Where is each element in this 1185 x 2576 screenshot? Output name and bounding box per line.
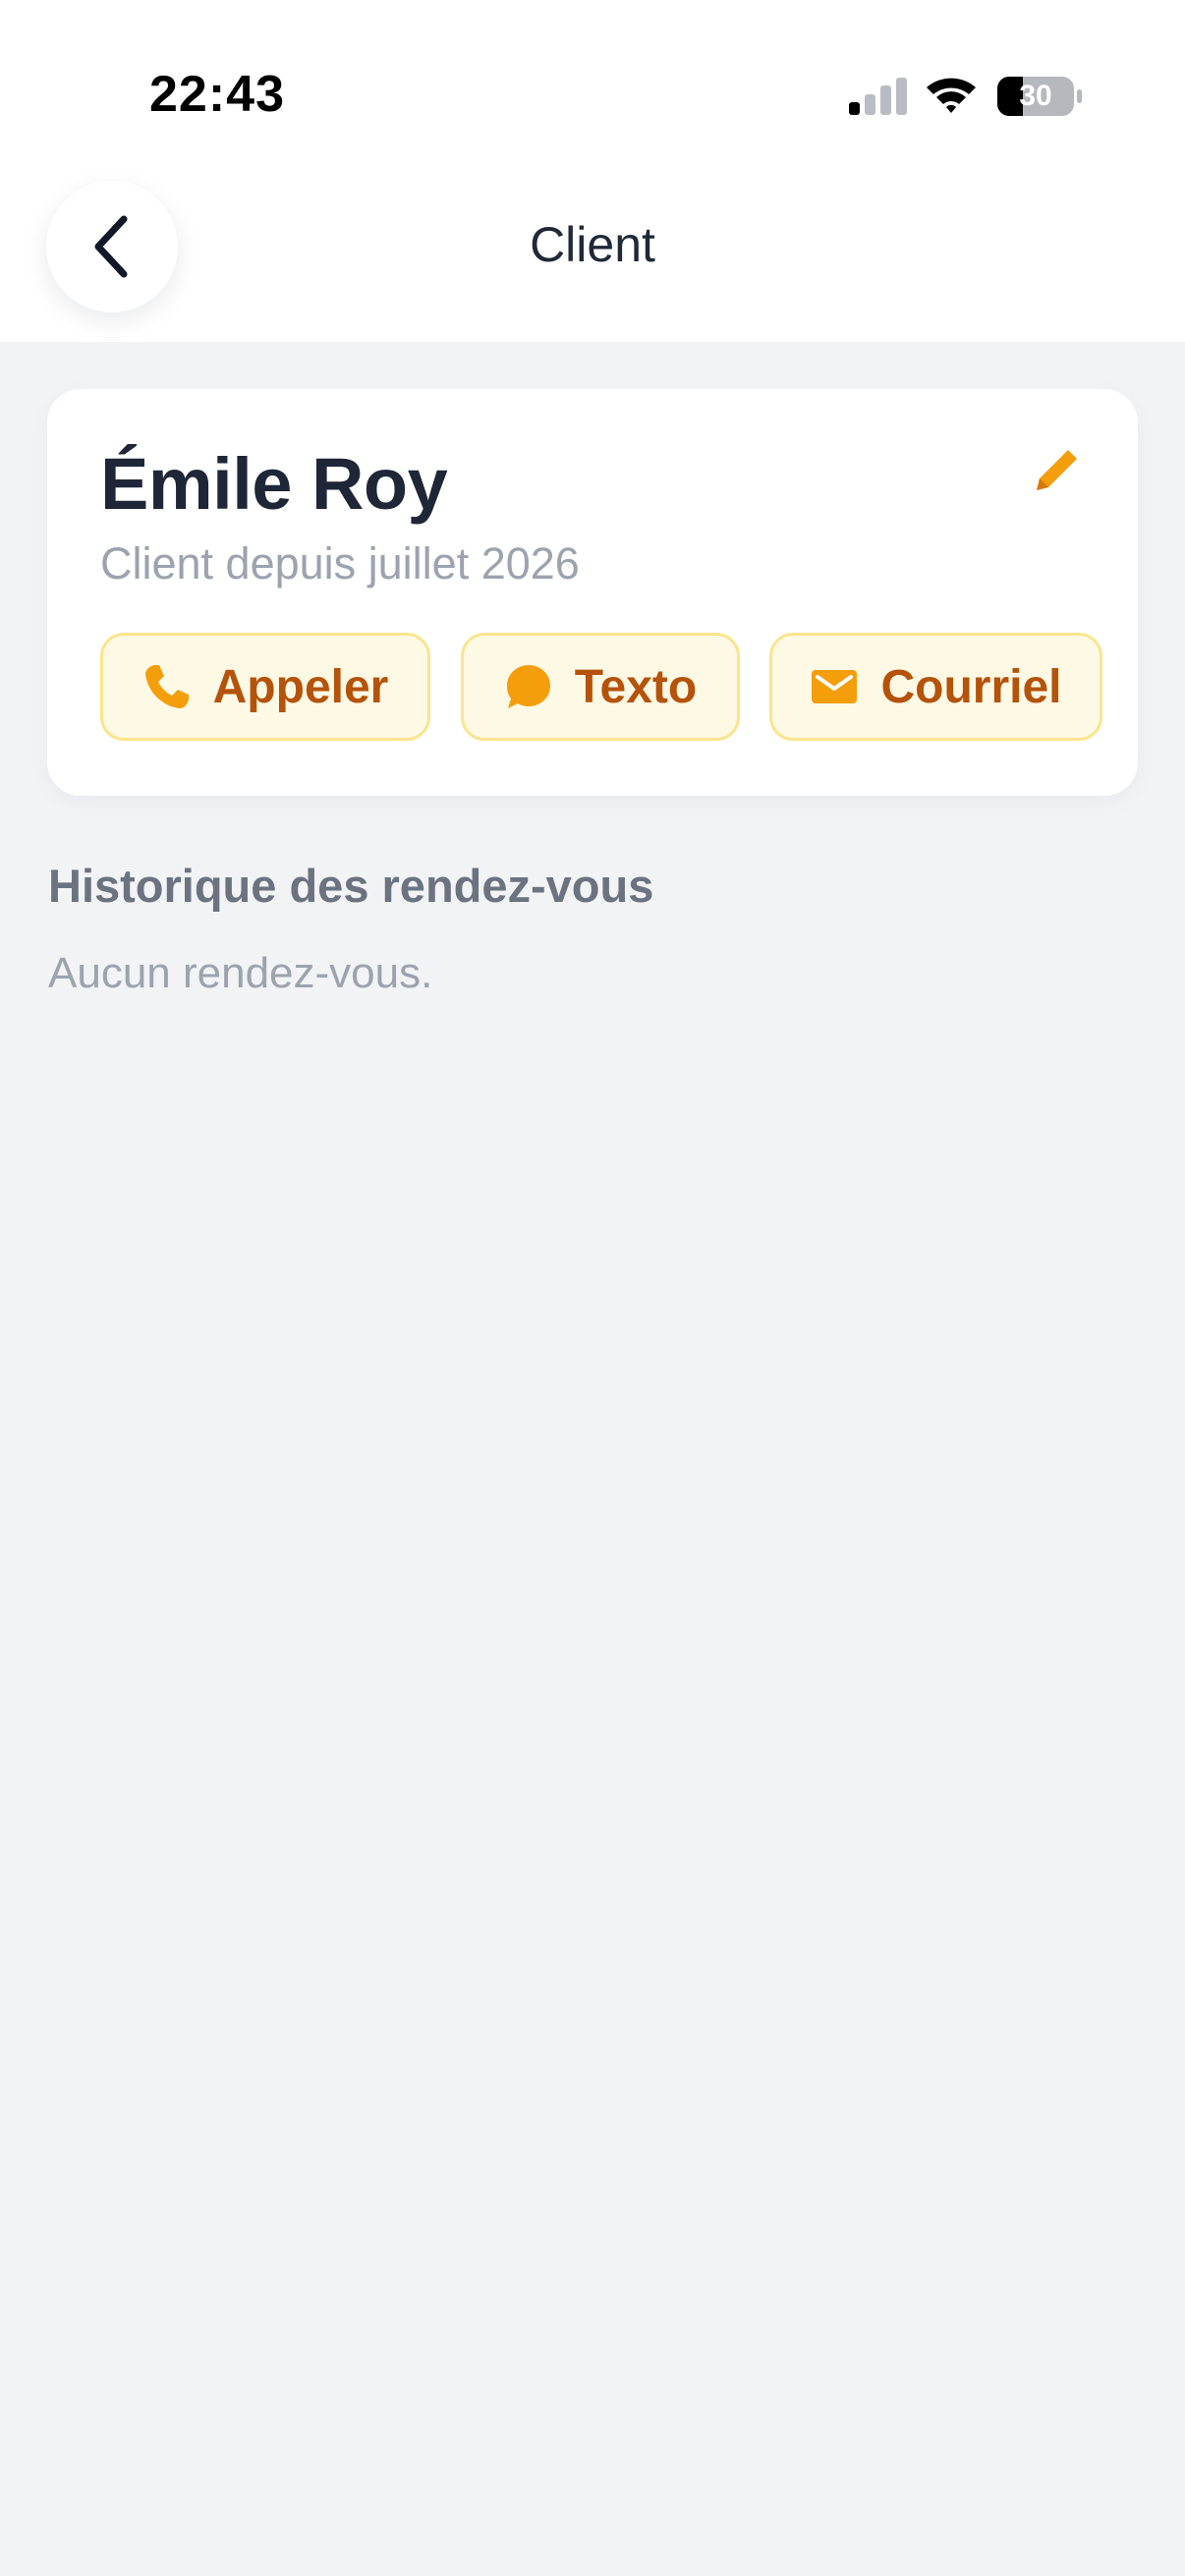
signal-icon — [849, 78, 907, 115]
client-name: Émile Roy — [100, 443, 448, 525]
edit-button[interactable] — [1020, 434, 1093, 507]
pencil-icon — [1037, 450, 1077, 490]
chat-bubble-icon — [506, 665, 550, 708]
client-card: Émile Roy Client depuis juillet 2026 App… — [47, 389, 1138, 796]
call-button[interactable]: Appeler — [100, 633, 430, 741]
wifi-icon — [927, 78, 976, 113]
page-title: Client — [530, 217, 655, 272]
email-button[interactable]: Courriel — [769, 633, 1102, 741]
phone-icon — [144, 665, 189, 708]
header-area: 22:43 30 Client — [0, 0, 1185, 342]
mail-icon — [812, 670, 858, 703]
battery-level: 30 — [1019, 80, 1052, 112]
call-label: Appeler — [212, 660, 389, 713]
status-bar: 22:43 30 — [0, 0, 1185, 187]
status-time: 22:43 — [149, 66, 285, 123]
history-empty-text: Aucun rendez-vous. — [48, 949, 433, 997]
email-label: Courriel — [880, 660, 1062, 713]
text-label: Texto — [574, 660, 698, 713]
text-button[interactable]: Texto — [461, 633, 740, 741]
history-title: Historique des rendez-vous — [48, 860, 654, 912]
client-since: Client depuis juillet 2026 — [100, 538, 580, 588]
